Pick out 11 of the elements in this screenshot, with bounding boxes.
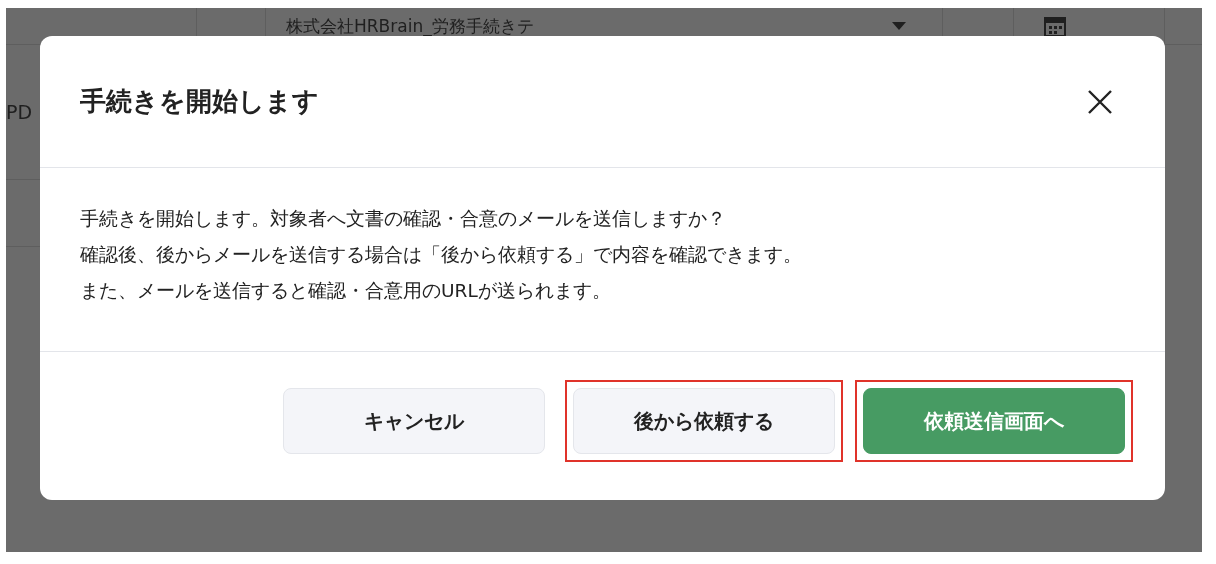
caret-icon [892,22,906,30]
close-button[interactable] [1087,88,1113,115]
select-value: 株式会社HRBrain_労務手続きテ [285,14,535,38]
dialog-title: 手続きを開始します [80,85,319,118]
message-text: 確認後、後からメールを送信する場合は「後から依頼する」で内容を確認できます。 [80,243,803,267]
message-text: また、メールを送信すると確認・合意用のURLが送られます。 [80,279,612,303]
message-text: 手続きを開始します。対象者へ文書の確認・合意のメールを送信しますか？ [80,207,727,231]
calendar-icon [1044,15,1066,37]
column-text: PD [6,101,33,123]
request-later-button[interactable]: 後から依頼する [573,388,835,454]
cancel-button[interactable]: キャンセル [283,388,545,454]
